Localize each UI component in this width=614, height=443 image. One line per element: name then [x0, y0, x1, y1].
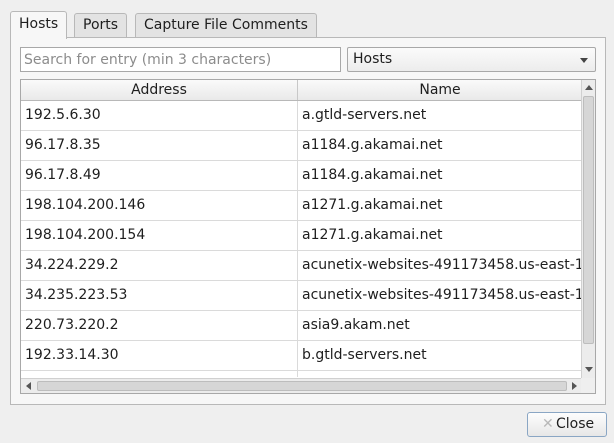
table-row[interactable]: 220.73.220.2 asia9.akam.net	[21, 311, 582, 341]
address-cell: 34.235.223.53	[21, 281, 298, 310]
vertical-scrollbar[interactable]	[581, 80, 595, 378]
table-header: Address Name	[21, 80, 582, 101]
name-cell: a1184.g.akamai.net	[302, 167, 443, 183]
address-cell: 96.17.8.49	[21, 161, 298, 190]
horizontal-scrollbar[interactable]	[21, 378, 582, 393]
address-cell: 192.5.6.30	[21, 101, 298, 130]
tab-hosts[interactable]: Hosts	[10, 11, 68, 39]
address-cell: 34.224.229.2	[21, 251, 298, 280]
table-row[interactable]: 34.235.223.53 acunetix-websites-491173458…	[21, 281, 582, 311]
name-cell: a1184.g.akamai.net	[302, 137, 443, 153]
tab-capture-file-comments[interactable]: Capture File Comments	[135, 13, 317, 37]
name-cell: a1271.g.akamai.net	[302, 227, 443, 243]
name-cell: asia9.akam.net	[302, 317, 410, 333]
address-cell: 198.104.200.146	[21, 191, 298, 220]
vertical-scroll-thumb[interactable]	[583, 96, 594, 344]
column-header-address[interactable]: Address	[21, 80, 298, 100]
address-cell: 198.104.200.154	[21, 221, 298, 250]
address-cell: 96.17.8.35	[21, 131, 298, 160]
table-row[interactable]: 96.17.8.35 a1184.g.akamai.net	[21, 131, 582, 161]
name-cell: a.gtld-servers.net	[302, 107, 427, 123]
name-cell: acunetix-websites-491173458.us-east-1.e	[302, 287, 582, 303]
search-input[interactable]	[20, 47, 341, 72]
host-type-select[interactable]: Hosts	[347, 47, 596, 72]
name-cell: b.gtld-servers.net	[302, 347, 427, 363]
column-header-name[interactable]: Name	[298, 80, 582, 100]
host-type-select-value: Hosts	[353, 51, 393, 67]
table-row[interactable]: 192.33.14.30 b.gtld-servers.net	[21, 341, 582, 371]
chevron-down-icon	[580, 58, 588, 63]
scroll-down-arrow-icon[interactable]	[585, 367, 593, 372]
address-cell: 220.73.220.2	[21, 311, 298, 340]
name-cell	[298, 371, 582, 377]
name-cell: a1271.g.akamai.net	[302, 197, 443, 213]
name-cell: acunetix-websites-491173458.us-east-1.e	[302, 257, 582, 273]
scroll-left-arrow-icon[interactable]	[26, 382, 31, 390]
scrollbar-corner	[581, 378, 595, 393]
table-row[interactable]: 96.17.8.49 a1184.g.akamai.net	[21, 161, 582, 191]
close-button-label: Close	[556, 416, 595, 432]
tab-ports[interactable]: Ports	[74, 13, 128, 37]
table-row[interactable]: 198.104.200.146 a1271.g.akamai.net	[21, 191, 582, 221]
scroll-up-arrow-icon[interactable]	[585, 85, 593, 90]
scroll-right-arrow-icon[interactable]	[572, 382, 577, 390]
close-x-icon: ✕	[542, 416, 554, 432]
table-row[interactable]: 34.224.229.2 acunetix-websites-491173458.…	[21, 251, 582, 281]
close-button[interactable]: ✕ Close	[527, 412, 607, 437]
horizontal-scroll-thumb[interactable]	[37, 381, 567, 391]
address-cell	[21, 371, 298, 377]
table-body: 192.5.6.30 a.gtld-servers.net 96.17.8.35 a1…	[21, 101, 582, 377]
table-row[interactable]	[21, 371, 582, 377]
table-row[interactable]: 198.104.200.154 a1271.g.akamai.net	[21, 221, 582, 251]
address-cell: 192.33.14.30	[21, 341, 298, 370]
table-row[interactable]: 192.5.6.30 a.gtld-servers.net	[21, 101, 582, 131]
hosts-table: Address Name 192.5.6.30 a.gtld-servers.ne…	[20, 79, 596, 394]
